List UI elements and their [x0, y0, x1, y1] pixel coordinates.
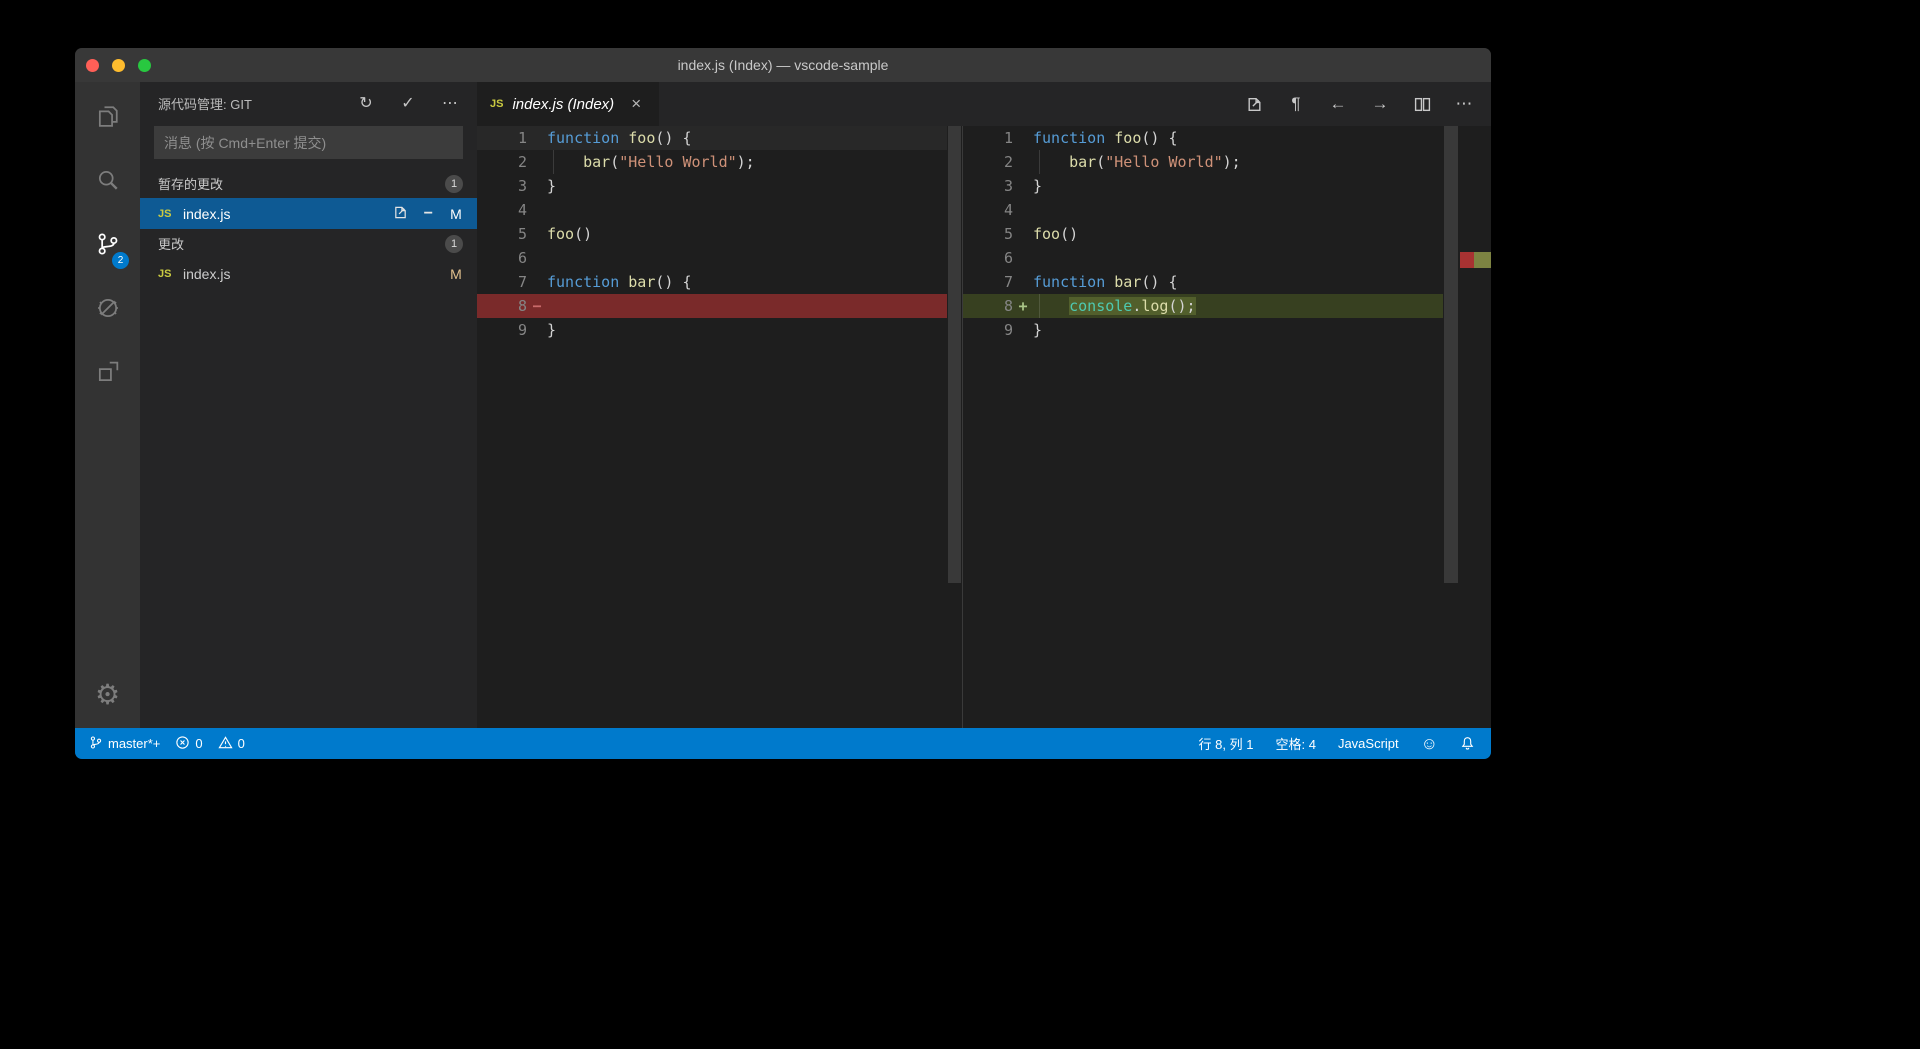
feedback-smiley-icon[interactable]: ☺ [1421, 735, 1438, 752]
code-line: 5 foo() [517, 225, 593, 243]
previous-change-icon[interactable]: ← [1329, 94, 1347, 114]
overview-added-mark [1474, 252, 1491, 268]
diff-editor: 1 function foo() {2 bar("Hello World"); 3}… [477, 126, 1491, 728]
sidebar-title: 源代码管理: GIT [158, 96, 252, 112]
staged-changes-label: 暂存的更改 [158, 177, 224, 192]
branch-name: master*+ [108, 736, 161, 751]
status-bar: master*+ 0 0 行 8, 列 1 空格: 4 JavaScript ☺ [75, 728, 1491, 759]
editor-area: JS index.js (Index) × ¶ ← → ⋯ 1 function… [477, 82, 1491, 728]
open-file-icon[interactable] [1245, 96, 1263, 113]
code-line: 6 [517, 249, 527, 267]
code-line: 9} [517, 321, 557, 339]
activity-debug-button[interactable] [75, 278, 140, 342]
error-count: 0 [195, 736, 203, 751]
source-control-sidebar: 源代码管理: GIT ↻ ✓ ⋯ 暂存的更改 1 JS index.js [140, 82, 477, 728]
js-file-icon: JS [490, 98, 504, 110]
staged-file-row[interactable]: JS index.js − M [140, 198, 477, 229]
settings-gear-button[interactable]: ⚙ [95, 674, 120, 714]
cursor-position-status[interactable]: 行 8, 列 1 [1199, 734, 1254, 753]
next-change-icon[interactable]: → [1371, 94, 1389, 114]
activity-extensions-button[interactable] [75, 342, 140, 406]
code-line: 1 function foo() { [477, 126, 947, 150]
code-line: 5 foo() [1003, 225, 1079, 243]
staged-count-badge: 1 [445, 174, 463, 193]
warning-icon [218, 735, 233, 753]
diff-modified-pane: 1 function foo() { 2 bar("Hello World"); 3}… [963, 126, 1443, 728]
activity-bar: 2 ⚙ [75, 82, 140, 728]
js-file-icon: JS [158, 267, 172, 280]
warning-count: 0 [237, 736, 245, 751]
notifications-bell-icon[interactable] [1460, 736, 1475, 751]
staged-file-name: index.js [183, 205, 231, 222]
commit-message-input[interactable] [154, 126, 463, 159]
code-line: 8− [477, 294, 947, 318]
git-branch-icon [89, 735, 103, 753]
unstage-icon[interactable]: − [424, 205, 433, 223]
editor-toolbar: ¶ ← → ⋯ [1245, 82, 1473, 126]
more-actions-icon[interactable]: ⋯ [441, 93, 459, 113]
close-tab-icon[interactable]: × [631, 94, 641, 114]
changes-label: 更改 [158, 237, 185, 252]
modified-badge: M [450, 205, 462, 222]
minimize-window-button[interactable] [112, 58, 125, 72]
scrollbar-thumb[interactable] [1444, 126, 1458, 583]
code-line: 6 [1003, 249, 1013, 267]
code-line: 7 function bar() { [1003, 273, 1178, 291]
split-editor-icon[interactable] [1413, 96, 1431, 113]
modified-badge: M [450, 265, 462, 282]
code-line: 3} [517, 177, 557, 195]
more-actions-icon[interactable]: ⋯ [1455, 94, 1473, 114]
tab-bar: JS index.js (Index) × ¶ ← → ⋯ [477, 82, 1491, 126]
refresh-icon[interactable]: ↻ [357, 93, 375, 113]
tab-label: index.js (Index) [512, 95, 615, 113]
changes-header[interactable]: 更改 1 [140, 229, 477, 258]
js-file-icon: JS [158, 207, 172, 220]
code-line: 1 function foo() { [1003, 129, 1178, 147]
activity-source-control-button[interactable]: 2 [75, 214, 140, 278]
activity-search-button[interactable] [75, 150, 140, 214]
scm-count-badge: 2 [112, 252, 129, 269]
indentation-status[interactable]: 空格: 4 [1275, 734, 1315, 753]
changed-file-row[interactable]: JS index.js M [140, 258, 477, 289]
error-icon [175, 735, 190, 753]
gear-icon: ⚙ [94, 678, 121, 710]
scrollbar-thumb[interactable] [948, 126, 961, 583]
code-line: 7 function bar() { [517, 273, 692, 291]
files-icon [94, 102, 122, 135]
changed-file-name: index.js [183, 265, 231, 282]
tab-index-js[interactable]: JS index.js (Index) × [477, 82, 659, 126]
code-line: 2 bar("Hello World"); [963, 150, 1443, 174]
code-line: 3} [1003, 177, 1043, 195]
code-line: 2 bar("Hello World"); [477, 150, 947, 174]
debug-icon [94, 294, 122, 327]
sidebar-header: 源代码管理: GIT ↻ ✓ ⋯ [140, 82, 477, 124]
diff-original-pane: 1 function foo() {2 bar("Hello World"); 3}… [477, 126, 947, 728]
code-line: 4 [1003, 201, 1013, 219]
left-scrollbar [947, 126, 963, 728]
traffic-lights [86, 58, 151, 72]
window-title: index.js (Index) — vscode-sample [677, 57, 889, 73]
staged-changes-header[interactable]: 暂存的更改 1 [140, 169, 477, 198]
search-icon [94, 166, 122, 199]
code-line: 8 + console.log(); [963, 294, 1443, 318]
close-window-button[interactable] [86, 58, 99, 72]
vscode-window: index.js (Index) — vscode-sample 2 ⚙ 源代码… [75, 48, 1491, 759]
activity-explorer-button[interactable] [75, 86, 140, 150]
branch-status[interactable]: master*+ [89, 735, 160, 753]
code-line: 4 [517, 201, 527, 219]
maximize-window-button[interactable] [138, 58, 151, 72]
overview-deleted-mark [1460, 252, 1474, 268]
errors-status[interactable]: 0 [175, 735, 203, 753]
warnings-status[interactable]: 0 [218, 735, 245, 753]
right-scrollbar [1443, 126, 1491, 728]
open-file-icon[interactable] [393, 205, 408, 223]
changes-count-badge: 1 [445, 234, 463, 253]
extensions-icon [94, 358, 122, 391]
language-mode-status[interactable]: JavaScript [1338, 736, 1399, 751]
titlebar: index.js (Index) — vscode-sample [75, 48, 1491, 82]
code-line: 9} [1003, 321, 1043, 339]
whitespace-toggle-icon[interactable]: ¶ [1287, 94, 1305, 114]
commit-check-icon[interactable]: ✓ [399, 93, 417, 113]
